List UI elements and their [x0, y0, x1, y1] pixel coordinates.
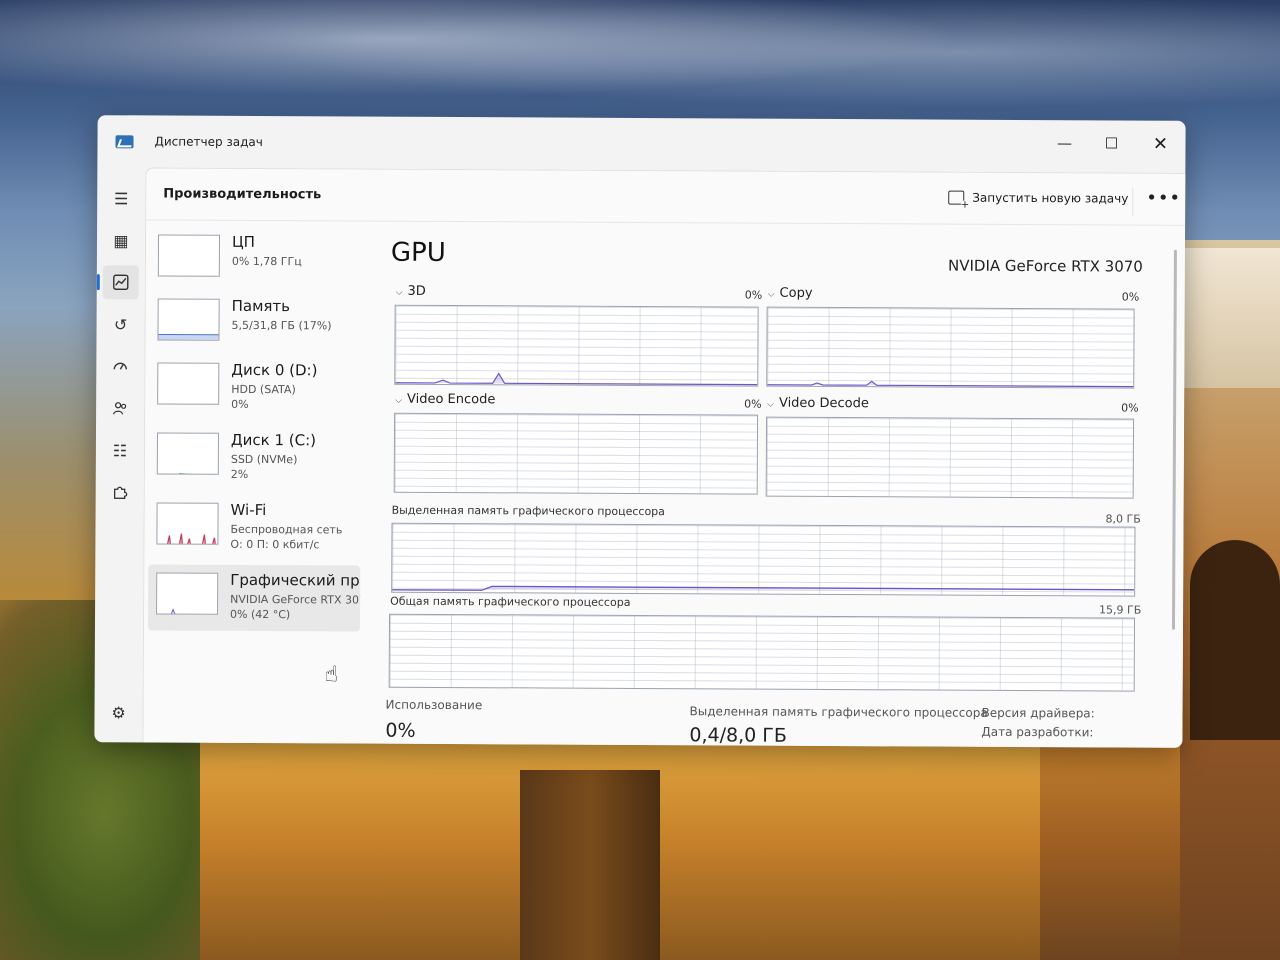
- perf-item-throughput: О: 0 П: 0 кбит/с: [230, 537, 320, 552]
- cpu-thumbnail-graph: [157, 234, 221, 277]
- chevron-down-icon: ⌵: [395, 287, 403, 298]
- wallpaper-cliff: [200, 740, 1040, 960]
- engine-copy-graph: [766, 306, 1135, 389]
- performance-page: Производительность Запустить новую задач…: [142, 167, 1186, 748]
- new-task-icon: [948, 190, 965, 205]
- more-options-button[interactable]: •••: [1146, 188, 1181, 209]
- perf-item-gpu[interactable]: Графический про NVIDIA GeForce RTX 307 0…: [147, 564, 361, 632]
- settings-icon[interactable]: ⚙: [100, 695, 136, 729]
- task-manager-icon: [115, 135, 134, 149]
- puzzle-icon: [113, 486, 128, 499]
- perf-item-name: Память: [231, 296, 291, 316]
- dedicated-memory-stat-value: 0,4/8,0 ГБ: [689, 724, 787, 747]
- perf-item-detail: 0% 1,78 ГГц: [231, 254, 302, 269]
- perf-item-usage: 2%: [230, 467, 249, 481]
- dedicated-memory-graph: [391, 522, 1136, 597]
- engine-copy-selector[interactable]: ⌵ Copy: [768, 286, 813, 301]
- users-icon[interactable]: [102, 391, 138, 425]
- task-manager-window: Диспетчер задач — ☐ ✕ ☰ ▦ ↺ ☷ ⚙ Производ…: [94, 115, 1186, 748]
- engine-3d-selector[interactable]: ⌵ 3D: [396, 284, 426, 299]
- engine-3d-graph: [394, 304, 759, 387]
- perf-item-usage: 0% (42 °C): [230, 607, 291, 622]
- perf-item-name: ЦП: [231, 232, 255, 251]
- perf-item-detail: NVIDIA GeForce RTX 307: [230, 592, 361, 607]
- maximize-button[interactable]: ☐: [1088, 126, 1134, 160]
- driver-date-label: Дата разработки:: [981, 724, 1094, 740]
- perf-item-memory[interactable]: Память 5,5/31,8 ГБ (17%): [149, 290, 361, 357]
- minimize-button[interactable]: —: [1041, 126, 1087, 160]
- page-header: Производительность Запустить новую задач…: [146, 168, 1186, 226]
- chevron-down-icon: ⌵: [767, 399, 774, 410]
- perf-item-detail: HDD (SATA): [231, 382, 296, 397]
- dedicated-memory-label: Выделенная память графического процессор…: [391, 503, 665, 519]
- perf-item-disk-1[interactable]: Диск 1 (C:) SSD (NVMe) 2%: [149, 424, 361, 491]
- gpu-title: GPU: [390, 237, 446, 268]
- people-icon: [112, 402, 127, 415]
- close-button[interactable]: ✕: [1137, 127, 1183, 161]
- engine-video-encode-graph: [393, 412, 759, 495]
- hamburger-icon[interactable]: ☰: [103, 181, 139, 215]
- memory-thumbnail-graph: [157, 298, 220, 341]
- perf-item-disk-0[interactable]: Диск 0 (D:) HDD (SATA) 0%: [149, 354, 361, 421]
- chevron-down-icon: ⌵: [767, 289, 775, 300]
- hand-cursor-icon: ☝: [324, 662, 339, 688]
- wallpaper-building: [1180, 248, 1280, 388]
- perf-item-name: Wi-Fi: [230, 500, 267, 520]
- wifi-thumbnail-graph: [156, 502, 219, 545]
- nav-rail: ☰ ▦ ↺ ☷ ⚙: [94, 167, 145, 742]
- perf-item-name: Диск 1 (C:): [230, 430, 317, 450]
- dedicated-memory-stat-label: Выделенная память графического процессор…: [689, 704, 988, 720]
- gpu-model-name: NVIDIA GeForce RTX 3070: [947, 256, 1143, 276]
- engine-video-encode-percent: 0%: [744, 397, 762, 411]
- engine-video-encode-selector[interactable]: ⌵ Video Encode: [395, 391, 496, 408]
- engine-video-decode-percent: 0%: [1121, 401, 1139, 415]
- title-bar[interactable]: Диспетчер задач — ☐ ✕: [97, 115, 1185, 173]
- page-title: Производительность: [163, 186, 322, 203]
- gauge-icon: [113, 362, 128, 370]
- perf-item-cpu[interactable]: ЦП 0% 1,78 ГГц: [150, 226, 362, 293]
- perf-item-detail: 5,5/31,8 ГБ (17%): [231, 318, 332, 333]
- perf-item-name: Графический про: [230, 570, 361, 590]
- gpu-thumbnail-graph: [156, 572, 219, 615]
- driver-version-label: Версия драйвера:: [981, 705, 1095, 721]
- header-divider: [1132, 187, 1134, 216]
- run-new-task-label: Запустить новую задачу: [972, 190, 1129, 206]
- shared-memory-graph: [388, 613, 1136, 692]
- wallpaper-sky: [0, 0, 1280, 130]
- window-title: Диспетчер задач: [154, 134, 263, 150]
- perf-item-name: Диск 0 (D:): [231, 360, 318, 380]
- details-icon[interactable]: ☷: [102, 433, 138, 467]
- performance-chart-icon: [113, 274, 129, 291]
- disk1-thumbnail-graph: [156, 432, 219, 475]
- shared-memory-label: Общая память графического процессора: [390, 594, 631, 609]
- chevron-down-icon: ⌵: [395, 395, 403, 406]
- app-history-icon[interactable]: ↺: [102, 307, 138, 341]
- engine-copy-label: Copy: [779, 285, 813, 301]
- services-icon[interactable]: [102, 475, 138, 509]
- engine-video-encode-label: Video Encode: [406, 391, 496, 408]
- engine-3d-percent: 0%: [744, 288, 763, 302]
- perf-item-wifi[interactable]: Wi-Fi Беспроводная сеть О: 0 П: 0 кбит/с: [148, 494, 360, 561]
- perf-item-detail: Беспроводная сеть: [230, 522, 343, 537]
- run-new-task-button[interactable]: Запустить новую задачу: [948, 190, 1129, 206]
- engine-3d-label: 3D: [407, 283, 426, 299]
- perf-item-usage: 0%: [231, 397, 249, 411]
- dedicated-memory-max: 8,0 ГБ: [1105, 512, 1141, 526]
- performance-icon[interactable]: [102, 265, 139, 300]
- engine-video-decode-graph: [765, 416, 1135, 499]
- disk0-thumbnail-graph: [157, 362, 220, 405]
- engine-video-decode-label: Video Decode: [778, 395, 869, 412]
- startup-apps-icon[interactable]: [102, 349, 138, 383]
- processes-icon[interactable]: ▦: [103, 223, 139, 257]
- usage-label: Использование: [385, 697, 483, 713]
- engine-video-decode-selector[interactable]: ⌵ Video Decode: [767, 395, 869, 412]
- perf-item-detail: SSD (NVMe): [230, 452, 298, 467]
- usage-value: 0%: [385, 719, 416, 742]
- vertical-scrollbar[interactable]: [1171, 249, 1177, 630]
- shared-memory-max: 15,9 ГБ: [1099, 603, 1142, 617]
- engine-copy-percent: 0%: [1121, 290, 1140, 304]
